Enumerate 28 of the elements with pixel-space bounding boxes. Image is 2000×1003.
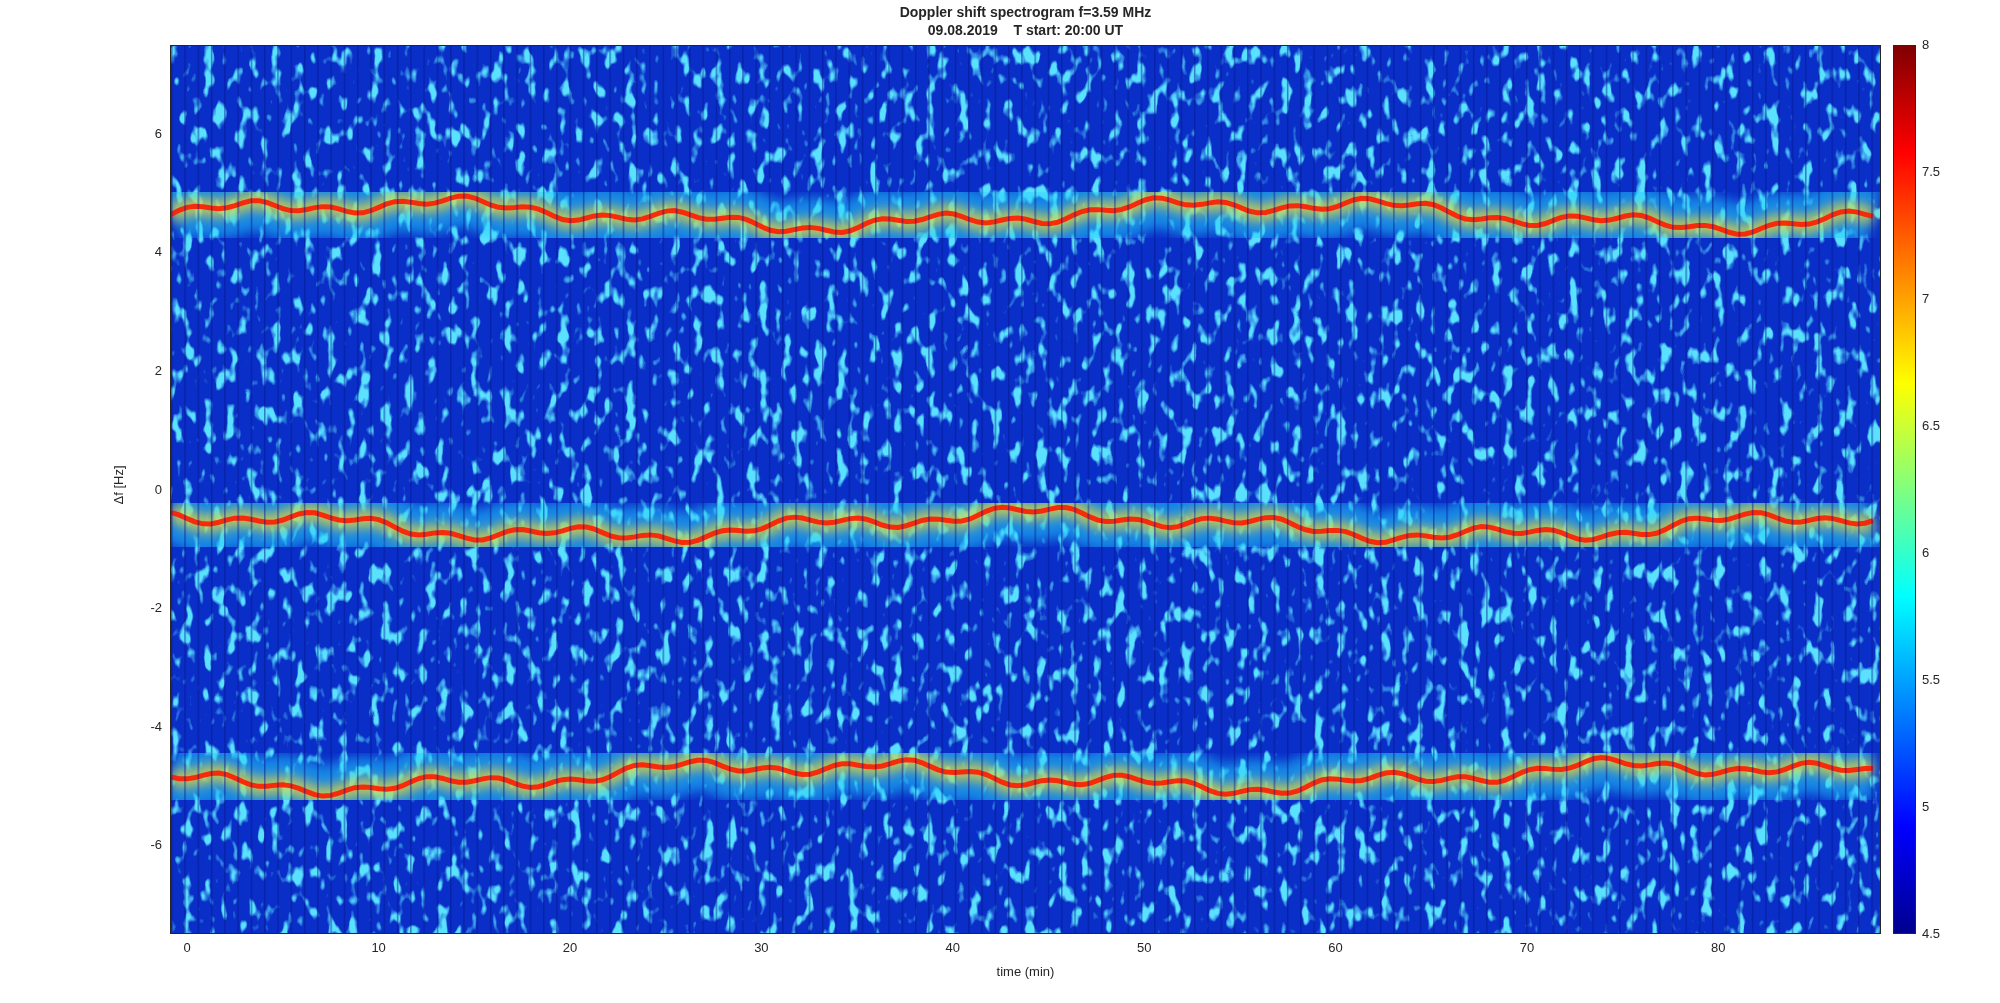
tick-label: 0 [183, 940, 191, 955]
tick-label: 70 [1519, 940, 1535, 955]
tick-label: 7 [1922, 291, 1930, 306]
tick-label: 60 [1328, 940, 1343, 955]
tick-label: -4 [150, 718, 162, 734]
tick-label: 40 [945, 940, 960, 955]
tick-label: 4 [154, 244, 162, 260]
tick-label: 5 [1922, 799, 1930, 814]
tick-label: 20 [562, 940, 578, 955]
tick-label: 0 [154, 481, 162, 497]
tick-label: 6.5 [1922, 418, 1941, 433]
tick-label: 5.5 [1922, 672, 1941, 687]
tick-label: 8 [1922, 37, 1930, 52]
tick-label: 10 [371, 940, 386, 955]
axis-label: time (min) [996, 964, 1055, 979]
tick-label: -6 [150, 837, 162, 853]
tick-label: 4.5 [1922, 926, 1941, 941]
chart-title: Doppler shift spectrogram f=3.59 MHz [899, 2, 1152, 21]
tick-label: 2 [154, 362, 162, 378]
axis-label: Δf [Hz] [110, 465, 126, 505]
tick-label: 6 [1922, 545, 1930, 560]
tick-label: -2 [150, 600, 162, 616]
tick-label: 6 [154, 125, 162, 141]
tick-label: 80 [1711, 940, 1726, 955]
chart-title: 09.08.2019 T start: 20:00 UT [927, 20, 1124, 39]
tick-label: 30 [754, 940, 769, 955]
tick-label: 7.5 [1922, 164, 1941, 179]
tick-label: 50 [1136, 940, 1152, 955]
